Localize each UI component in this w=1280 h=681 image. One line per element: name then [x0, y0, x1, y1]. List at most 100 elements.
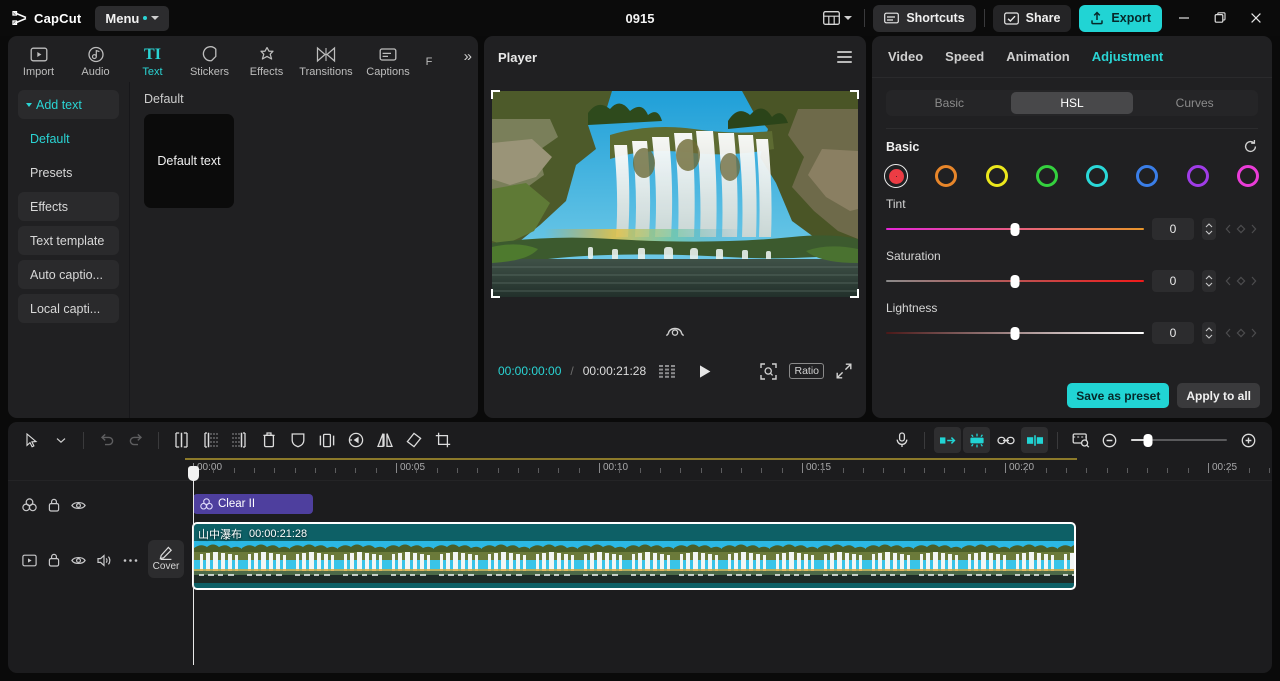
preview-axis-icon[interactable] [1067, 427, 1094, 453]
zoom-fit-icon[interactable] [760, 362, 778, 380]
minimize-button[interactable] [1170, 5, 1198, 31]
tint-stepper[interactable] [1202, 218, 1216, 240]
sidebar-item-default[interactable]: Default [18, 124, 119, 153]
more-icon[interactable] [123, 558, 138, 563]
tab-import[interactable]: Import [10, 41, 67, 78]
tab-stickers[interactable]: Stickers [181, 41, 238, 78]
adjustment-clip[interactable]: Clear II [193, 494, 313, 514]
slider-knob[interactable] [1010, 222, 1020, 236]
tab-video[interactable]: Video [888, 49, 923, 64]
lightness-stepper[interactable] [1202, 322, 1216, 344]
frame-handle-br[interactable] [850, 289, 859, 298]
tab-effects[interactable]: Effects [238, 41, 295, 78]
eye-icon[interactable] [71, 555, 86, 566]
save-as-preset-button[interactable]: Save as preset [1067, 383, 1170, 408]
tint-keyframe-nav[interactable] [1224, 223, 1258, 235]
tab-adjustment[interactable]: Adjustment [1092, 49, 1164, 64]
tab-filters[interactable]: F [419, 51, 439, 68]
tab-transitions[interactable]: Transitions [295, 41, 357, 78]
export-button[interactable]: Export [1079, 4, 1162, 32]
link-icon[interactable] [992, 427, 1019, 453]
split-icon[interactable] [168, 427, 195, 453]
zoom-slider-knob[interactable] [1143, 433, 1153, 447]
reset-icon[interactable] [1243, 139, 1258, 154]
play-button[interactable] [698, 364, 712, 379]
reverse-icon[interactable] [342, 427, 369, 453]
delete-icon[interactable] [255, 427, 282, 453]
video-frame[interactable] [491, 90, 859, 298]
volume-icon[interactable] [97, 553, 112, 567]
swatch-cyan[interactable] [1085, 164, 1109, 188]
apply-to-all-button[interactable]: Apply to all [1177, 383, 1260, 408]
timeline-zoom-slider[interactable] [1131, 433, 1227, 447]
redo-icon[interactable] [122, 427, 149, 453]
swatch-blue[interactable] [1135, 164, 1159, 188]
tab-animation[interactable]: Animation [1006, 49, 1070, 64]
frame-handle-tr[interactable] [850, 90, 859, 99]
record-voiceover-icon[interactable] [888, 427, 915, 453]
video-clip[interactable]: 山中瀑布 00:00:21:28 [192, 522, 1076, 590]
swatch-red[interactable] [884, 164, 908, 188]
share-button[interactable]: Share [992, 4, 1072, 32]
zoom-in-icon[interactable] [1235, 427, 1262, 453]
zoom-out-icon[interactable] [1096, 427, 1123, 453]
undo-icon[interactable] [93, 427, 120, 453]
timeline-ruler[interactable]: 00:00 00:05 00:10 00:15 00:20 00:25 [185, 458, 1272, 480]
reframe-icon[interactable] [665, 323, 685, 339]
swatch-orange[interactable] [934, 164, 958, 188]
segment-hsl[interactable]: HSL [1010, 92, 1134, 114]
swatch-yellow[interactable] [985, 164, 1009, 188]
auto-snap-icon[interactable] [934, 427, 961, 453]
swatch-purple[interactable] [1186, 164, 1210, 188]
video-icon[interactable] [22, 554, 37, 567]
lock-icon[interactable] [48, 498, 60, 512]
lightness-slider[interactable] [886, 326, 1144, 340]
saturation-stepper[interactable] [1202, 270, 1216, 292]
frame-handle-tl[interactable] [491, 90, 500, 99]
saturation-keyframe-nav[interactable] [1224, 275, 1258, 287]
tint-value[interactable]: 0 [1152, 218, 1194, 240]
eye-icon[interactable] [71, 500, 86, 511]
shortcuts-button[interactable]: Shortcuts [873, 4, 976, 32]
freeze-frame-icon[interactable] [313, 427, 340, 453]
tab-audio[interactable]: Audio [67, 41, 124, 78]
sidebar-item-auto-captions[interactable]: Auto captio... [18, 260, 119, 289]
trim-left-icon[interactable] [197, 427, 224, 453]
adjustment-icon[interactable] [22, 498, 37, 512]
segment-basic[interactable]: Basic [888, 92, 1011, 114]
mirror-icon[interactable] [371, 427, 398, 453]
menu-button[interactable]: Menu [95, 5, 170, 31]
lightness-value[interactable]: 0 [1152, 322, 1194, 344]
layout-button[interactable] [819, 8, 856, 28]
tab-captions[interactable]: Captions [357, 41, 419, 78]
fullscreen-icon[interactable] [836, 363, 852, 379]
adsorb-icon[interactable] [1021, 427, 1048, 453]
hamburger-icon[interactable] [837, 51, 852, 63]
tab-text[interactable]: TI Text [124, 41, 181, 78]
slider-knob[interactable] [1010, 274, 1020, 288]
lightness-keyframe-nav[interactable] [1224, 327, 1258, 339]
segment-curves[interactable]: Curves [1133, 92, 1256, 114]
playhead[interactable] [188, 466, 199, 665]
sidebar-item-add-text[interactable]: Add text [18, 90, 119, 119]
ratio-button[interactable]: Ratio [789, 363, 824, 379]
magnetic-icon[interactable] [963, 427, 990, 453]
maximize-button[interactable] [1206, 5, 1234, 31]
tint-slider[interactable] [886, 222, 1144, 236]
crop-icon[interactable] [429, 427, 456, 453]
swatch-green[interactable] [1035, 164, 1059, 188]
rotate-icon[interactable] [400, 427, 427, 453]
tab-speed[interactable]: Speed [945, 49, 984, 64]
close-button[interactable] [1242, 5, 1270, 31]
frames-icon[interactable] [659, 364, 676, 378]
mask-icon[interactable] [284, 427, 311, 453]
swatch-magenta[interactable] [1236, 164, 1260, 188]
sidebar-item-effects[interactable]: Effects [18, 192, 119, 221]
trim-right-icon[interactable] [226, 427, 253, 453]
saturation-value[interactable]: 0 [1152, 270, 1194, 292]
slider-knob[interactable] [1010, 326, 1020, 340]
tool-chevron-down-icon[interactable] [47, 427, 74, 453]
sidebar-item-text-template[interactable]: Text template [18, 226, 119, 255]
default-text-card[interactable]: Default text [144, 114, 234, 208]
frame-handle-bl[interactable] [491, 289, 500, 298]
